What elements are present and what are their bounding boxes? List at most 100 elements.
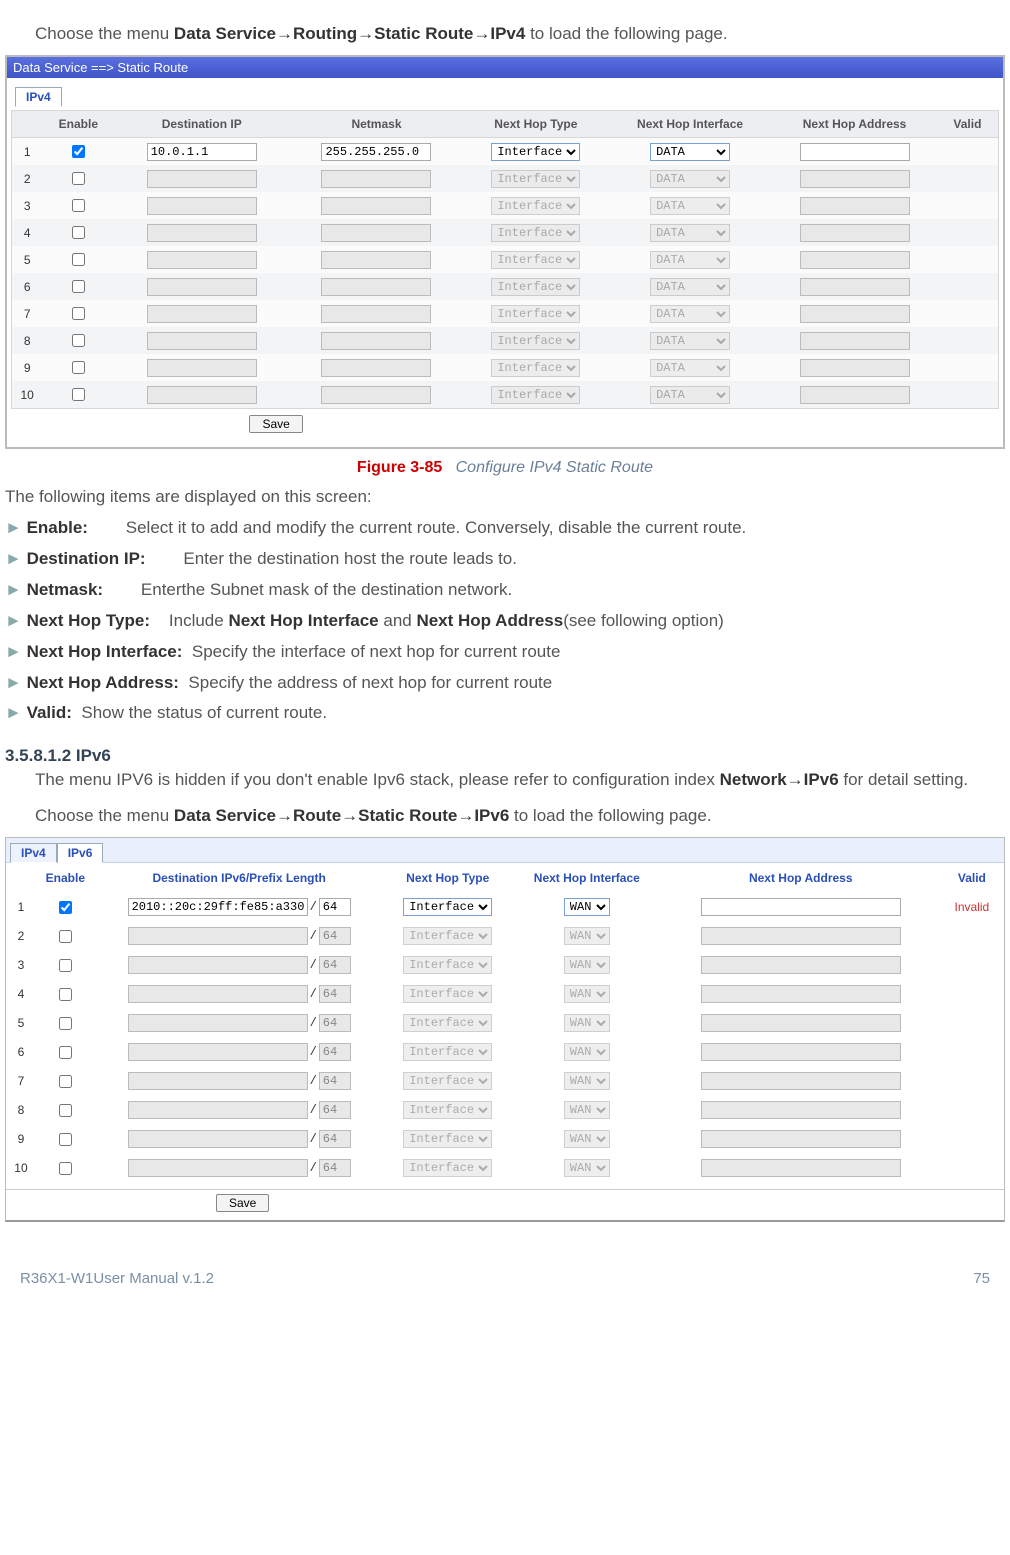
tab-ipv4-2[interactable]: IPv4	[10, 843, 57, 863]
next-hop-address-input[interactable]	[800, 251, 910, 269]
next-hop-type-select[interactable]: Interface	[491, 224, 580, 242]
enable-checkbox[interactable]	[59, 1133, 72, 1146]
next-hop-interface-select[interactable]: WAN	[564, 927, 610, 945]
destination-ip-input[interactable]	[147, 224, 257, 242]
next-hop-address-input[interactable]	[701, 1101, 901, 1119]
enable-checkbox[interactable]	[59, 1075, 72, 1088]
prefix-length-input[interactable]	[319, 1159, 351, 1177]
next-hop-type-select[interactable]: Interface	[403, 985, 492, 1003]
tab-ipv6-2[interactable]: IPv6	[57, 843, 104, 863]
next-hop-interface-select[interactable]: WAN	[564, 1014, 610, 1032]
netmask-input[interactable]	[321, 278, 431, 296]
save-button-2[interactable]: Save	[216, 1194, 269, 1212]
netmask-input[interactable]	[321, 386, 431, 404]
netmask-input[interactable]	[321, 305, 431, 323]
netmask-input[interactable]	[321, 332, 431, 350]
next-hop-type-select[interactable]: Interface	[491, 386, 580, 404]
next-hop-type-select[interactable]: Interface	[491, 170, 580, 188]
next-hop-interface-select[interactable]: WAN	[564, 1130, 610, 1148]
next-hop-address-input[interactable]	[701, 1043, 901, 1061]
destination-ip-input[interactable]	[147, 386, 257, 404]
enable-checkbox[interactable]	[59, 930, 72, 943]
enable-checkbox[interactable]	[59, 988, 72, 1001]
enable-checkbox[interactable]	[72, 199, 85, 212]
next-hop-interface-select[interactable]: DATA	[650, 386, 730, 404]
destination-ip-input[interactable]	[147, 197, 257, 215]
next-hop-type-select[interactable]: Interface	[403, 956, 492, 974]
enable-checkbox[interactable]	[59, 901, 72, 914]
prefix-length-input[interactable]	[319, 1130, 351, 1148]
next-hop-interface-select[interactable]: WAN	[564, 1043, 610, 1061]
next-hop-type-select[interactable]: Interface	[491, 197, 580, 215]
next-hop-type-select[interactable]: Interface	[403, 1014, 492, 1032]
next-hop-type-select[interactable]: Interface	[403, 1130, 492, 1148]
netmask-input[interactable]	[321, 224, 431, 242]
enable-checkbox[interactable]	[72, 226, 85, 239]
next-hop-interface-select[interactable]: DATA	[650, 224, 730, 242]
netmask-input[interactable]	[321, 251, 431, 269]
destination-ip-input[interactable]	[147, 143, 257, 161]
next-hop-address-input[interactable]	[701, 1014, 901, 1032]
next-hop-address-input[interactable]	[701, 1159, 901, 1177]
next-hop-address-input[interactable]	[800, 305, 910, 323]
next-hop-address-input[interactable]	[800, 170, 910, 188]
enable-checkbox[interactable]	[59, 1104, 72, 1117]
destination-ipv6-input[interactable]	[128, 956, 308, 974]
prefix-length-input[interactable]	[319, 1072, 351, 1090]
destination-ip-input[interactable]	[147, 359, 257, 377]
enable-checkbox[interactable]	[72, 334, 85, 347]
enable-checkbox[interactable]	[59, 1162, 72, 1175]
netmask-input[interactable]	[321, 359, 431, 377]
destination-ip-input[interactable]	[147, 278, 257, 296]
next-hop-interface-select[interactable]: DATA	[650, 170, 730, 188]
next-hop-interface-select[interactable]: DATA	[650, 251, 730, 269]
next-hop-address-input[interactable]	[800, 224, 910, 242]
prefix-length-input[interactable]	[319, 956, 351, 974]
next-hop-type-select[interactable]: Interface	[403, 1072, 492, 1090]
next-hop-type-select[interactable]: Interface	[403, 1043, 492, 1061]
tab-ipv4[interactable]: IPv4	[15, 87, 62, 107]
destination-ip-input[interactable]	[147, 305, 257, 323]
enable-checkbox[interactable]	[72, 145, 85, 158]
next-hop-type-select[interactable]: Interface	[403, 898, 492, 916]
next-hop-type-select[interactable]: Interface	[491, 359, 580, 377]
next-hop-interface-select[interactable]: DATA	[650, 332, 730, 350]
next-hop-type-select[interactable]: Interface	[403, 1101, 492, 1119]
next-hop-address-input[interactable]	[800, 386, 910, 404]
enable-checkbox[interactable]	[59, 1046, 72, 1059]
next-hop-address-input[interactable]	[800, 359, 910, 377]
next-hop-address-input[interactable]	[800, 278, 910, 296]
prefix-length-input[interactable]	[319, 1014, 351, 1032]
next-hop-address-input[interactable]	[701, 1130, 901, 1148]
enable-checkbox[interactable]	[72, 172, 85, 185]
destination-ip-input[interactable]	[147, 170, 257, 188]
destination-ipv6-input[interactable]	[128, 1159, 308, 1177]
prefix-length-input[interactable]	[319, 898, 351, 916]
enable-checkbox[interactable]	[72, 280, 85, 293]
destination-ip-input[interactable]	[147, 332, 257, 350]
netmask-input[interactable]	[321, 143, 431, 161]
next-hop-interface-select[interactable]: WAN	[564, 1159, 610, 1177]
enable-checkbox[interactable]	[72, 307, 85, 320]
destination-ip-input[interactable]	[147, 251, 257, 269]
destination-ipv6-input[interactable]	[128, 1072, 308, 1090]
next-hop-address-input[interactable]	[800, 143, 910, 161]
enable-checkbox[interactable]	[72, 361, 85, 374]
prefix-length-input[interactable]	[319, 1043, 351, 1061]
next-hop-address-input[interactable]	[701, 956, 901, 974]
next-hop-type-select[interactable]: Interface	[403, 1159, 492, 1177]
next-hop-address-input[interactable]	[701, 985, 901, 1003]
destination-ipv6-input[interactable]	[128, 985, 308, 1003]
prefix-length-input[interactable]	[319, 927, 351, 945]
next-hop-interface-select[interactable]: DATA	[650, 278, 730, 296]
destination-ipv6-input[interactable]	[128, 927, 308, 945]
next-hop-address-input[interactable]	[800, 332, 910, 350]
next-hop-type-select[interactable]: Interface	[491, 332, 580, 350]
next-hop-interface-select[interactable]: DATA	[650, 197, 730, 215]
next-hop-address-input[interactable]	[701, 927, 901, 945]
destination-ipv6-input[interactable]	[128, 1101, 308, 1119]
next-hop-address-input[interactable]	[701, 898, 901, 916]
destination-ipv6-input[interactable]	[128, 898, 308, 916]
next-hop-type-select[interactable]: Interface	[403, 927, 492, 945]
next-hop-address-input[interactable]	[701, 1072, 901, 1090]
